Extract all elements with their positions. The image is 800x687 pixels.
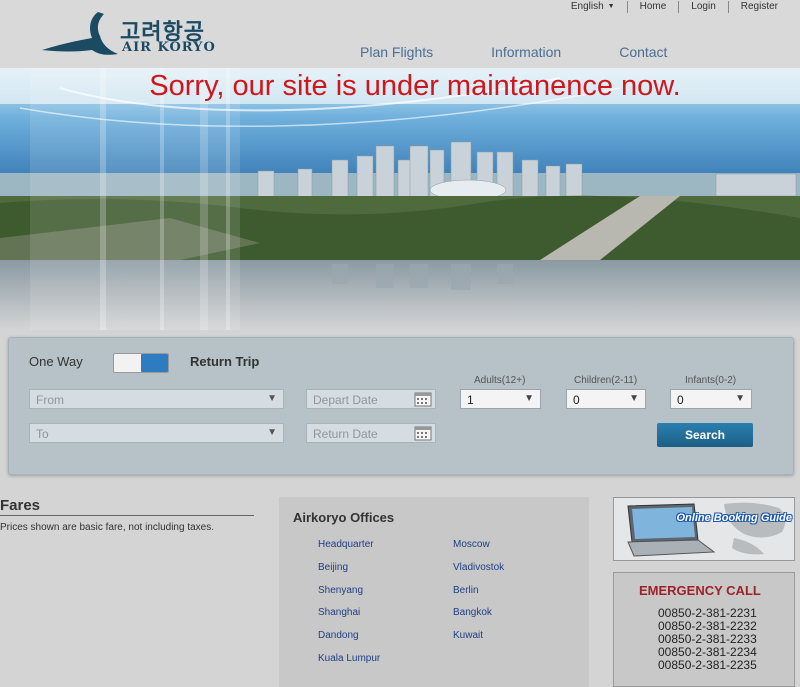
office-link-kuala-lumpur[interactable]: Kuala Lumpur xyxy=(318,653,380,664)
caret-down-icon: ▼ xyxy=(267,393,277,404)
adults-label: Adults(12+) xyxy=(474,375,526,386)
fares-note: Prices shown are basic fare, not includi… xyxy=(0,522,214,533)
office-link-shanghai[interactable]: Shanghai xyxy=(318,607,360,618)
office-link-berlin[interactable]: Berlin xyxy=(453,585,479,596)
emergency-number: 00850-2-381-2234 xyxy=(658,645,757,659)
caret-down-icon: ▼ xyxy=(267,427,277,438)
login-link[interactable]: Login xyxy=(678,1,727,13)
main-nav: Plan Flights Information Contact xyxy=(360,44,725,60)
city-skyline-image xyxy=(0,68,800,330)
offices-title: Airkoryo Offices xyxy=(293,510,395,525)
offices-panel: Airkoryo Offices Headquarter Beijing She… xyxy=(279,497,589,687)
office-link-bangkok[interactable]: Bangkok xyxy=(453,607,492,618)
nav-contact[interactable]: Contact xyxy=(619,44,667,60)
calendar-icon[interactable] xyxy=(414,391,432,407)
logo-english-text: AIR KORYO xyxy=(122,40,216,55)
online-booking-guide-label: Online Booking Guide xyxy=(676,512,793,524)
infants-select[interactable]: 0 ▼ xyxy=(670,389,752,409)
fares-divider xyxy=(0,515,254,516)
children-select[interactable]: 0 ▼ xyxy=(566,389,646,409)
office-link-vladivostok[interactable]: Vladivostok xyxy=(453,562,504,573)
flight-search-panel: One Way Return Trip From ▼ To ▼ Depart D… xyxy=(8,337,794,475)
depart-date-field[interactable]: Depart Date xyxy=(306,389,436,409)
calendar-icon[interactable] xyxy=(414,425,432,441)
header: 고려항공 AIR KORYO English ▼ Home Login Regi… xyxy=(0,0,800,68)
caret-down-icon: ▼ xyxy=(607,3,615,10)
return-date-field[interactable]: Return Date xyxy=(306,423,436,443)
laptop-map-icon xyxy=(627,502,786,557)
office-link-headquarter[interactable]: Headquarter xyxy=(318,539,374,550)
office-link-shenyang[interactable]: Shenyang xyxy=(318,585,363,596)
emergency-number: 00850-2-381-2232 xyxy=(658,619,757,633)
emergency-call-panel: EMERGENCY CALL 00850-2-381-2231 00850-2-… xyxy=(613,572,795,687)
language-label: English xyxy=(570,1,604,12)
adults-select[interactable]: 1 ▼ xyxy=(460,389,541,409)
crane-logo-icon xyxy=(42,12,118,55)
emergency-number: 00850-2-381-2231 xyxy=(658,606,757,620)
language-selector[interactable]: English ▼ xyxy=(559,1,627,13)
infants-label: Infants(0-2) xyxy=(685,375,737,386)
emergency-title: EMERGENCY CALL xyxy=(639,583,761,598)
caret-down-icon: ▼ xyxy=(524,393,534,404)
maintenance-message: Sorry, our site is under maintanence now… xyxy=(149,70,681,102)
air-koryo-logo[interactable]: 고려항공 AIR KORYO xyxy=(38,10,238,62)
register-link[interactable]: Register xyxy=(727,1,790,13)
emergency-number: 00850-2-381-2235 xyxy=(658,658,757,672)
to-field[interactable]: To ▼ xyxy=(29,423,284,443)
emergency-number: 00850-2-381-2233 xyxy=(658,632,757,646)
children-value: 0 xyxy=(573,393,580,407)
office-link-dandong[interactable]: Dandong xyxy=(318,630,359,641)
from-field[interactable]: From ▼ xyxy=(29,389,284,409)
caret-down-icon: ▼ xyxy=(735,393,745,404)
toggle-knob xyxy=(141,354,168,372)
caret-down-icon: ▼ xyxy=(629,393,639,404)
one-way-label[interactable]: One Way xyxy=(29,354,83,369)
depart-placeholder: Depart Date xyxy=(313,393,378,407)
return-placeholder: Return Date xyxy=(313,427,378,441)
to-placeholder: To xyxy=(36,427,49,441)
office-link-moscow[interactable]: Moscow xyxy=(453,539,490,550)
infants-value: 0 xyxy=(677,393,684,407)
search-button[interactable]: Search xyxy=(657,423,753,447)
fares-title: Fares xyxy=(0,497,41,514)
from-placeholder: From xyxy=(36,393,64,407)
adults-value: 1 xyxy=(467,393,474,407)
trip-type-toggle[interactable] xyxy=(113,353,169,373)
nav-information[interactable]: Information xyxy=(491,44,561,60)
nav-plan-flights[interactable]: Plan Flights xyxy=(360,44,433,60)
city-banner xyxy=(0,68,800,330)
utility-links: English ▼ Home Login Register xyxy=(559,0,790,14)
office-link-kuwait[interactable]: Kuwait xyxy=(453,630,483,641)
children-label: Children(2-11) xyxy=(574,375,638,386)
online-booking-guide-banner[interactable]: Online Booking Guide xyxy=(613,497,795,561)
return-trip-label[interactable]: Return Trip xyxy=(190,354,259,369)
home-link[interactable]: Home xyxy=(626,1,679,13)
office-link-beijing[interactable]: Beijing xyxy=(318,562,348,573)
